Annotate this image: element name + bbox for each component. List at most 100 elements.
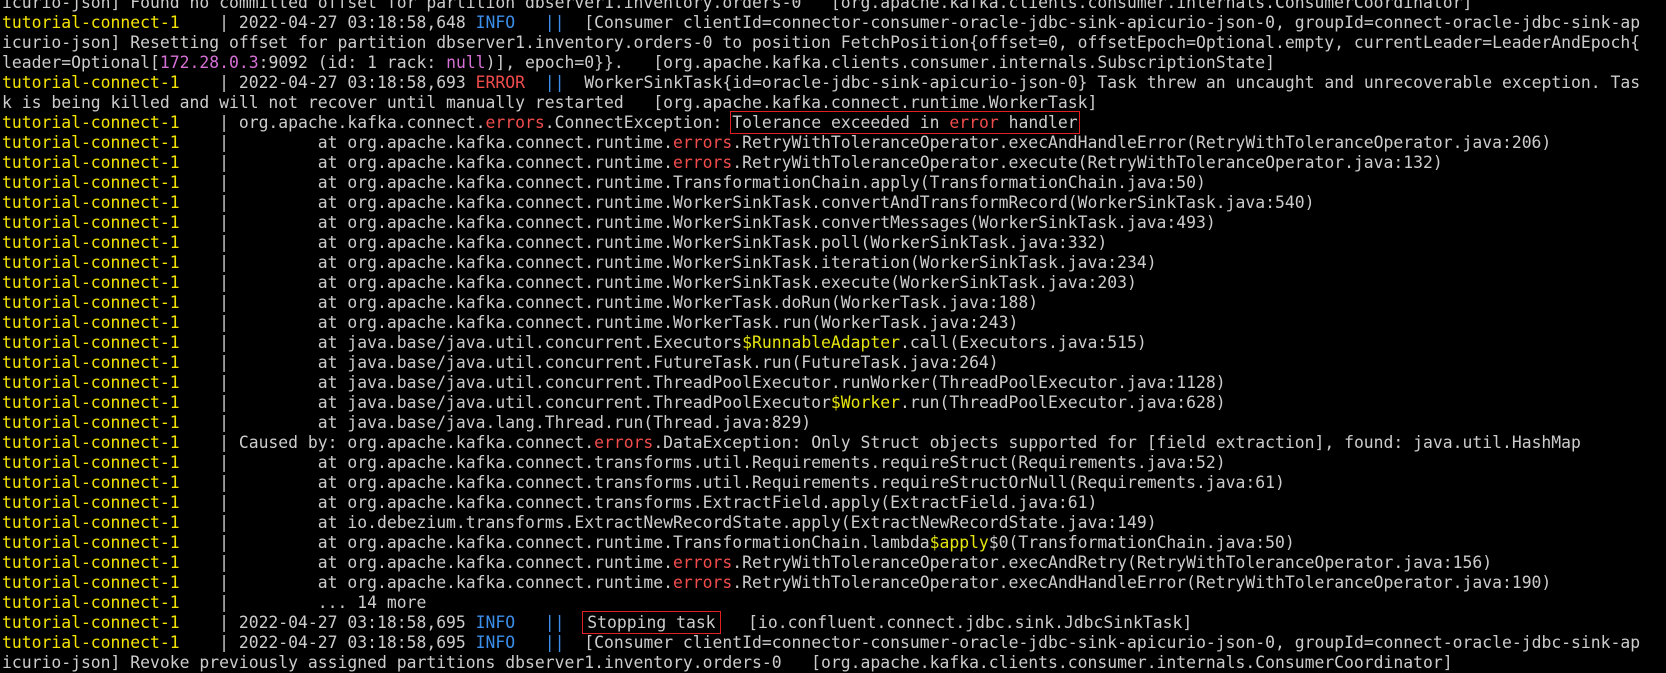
log-text: | at org.apache.kafka.connect.transforms… bbox=[179, 473, 1285, 492]
log-line: tutorial-connect-1 | at java.base/java.u… bbox=[2, 333, 1664, 353]
log-text: [Consumer clientId=connector-consumer-or… bbox=[564, 13, 1641, 32]
log-text: .RetryWithToleranceOperator.execAndHandl… bbox=[732, 133, 1552, 152]
log-text: .ConnectException: bbox=[544, 113, 733, 132]
log-line: tutorial-connect-1 | at org.apache.kafka… bbox=[2, 173, 1664, 193]
log-text: [io.confluent.connect.jdbc.sink.JdbcSink… bbox=[718, 613, 1193, 632]
log-text: | 2022-04-27 03:18:58,648 bbox=[179, 13, 476, 32]
log-text: Tolerance exceeded in bbox=[732, 113, 950, 132]
error-keyword: errors bbox=[673, 133, 733, 152]
log-line: icurio-json] Resetting offset for partit… bbox=[2, 33, 1664, 53]
log-line: leader=Optional[172.28.0.3:9092 (id: 1 r… bbox=[2, 53, 1664, 73]
container-name: tutorial-connect-1 bbox=[2, 533, 180, 552]
log-line: tutorial-connect-1 | at io.debezium.tran… bbox=[2, 513, 1664, 533]
log-line: tutorial-connect-1 | at java.base/java.u… bbox=[2, 353, 1664, 373]
log-text: | at java.base/java.util.concurrent.Futu… bbox=[179, 353, 999, 372]
container-name: tutorial-connect-1 bbox=[2, 273, 180, 292]
container-name: tutorial-connect-1 bbox=[2, 593, 180, 612]
container-name: tutorial-connect-1 bbox=[2, 113, 180, 132]
log-line: tutorial-connect-1 | at org.apache.kafka… bbox=[2, 233, 1664, 253]
error-keyword: errors bbox=[673, 153, 733, 172]
log-text: Stopping task bbox=[587, 613, 716, 632]
log-text: | at java.base/java.util.concurrent.Thre… bbox=[179, 393, 831, 412]
container-name: tutorial-connect-1 bbox=[2, 373, 180, 392]
log-line: tutorial-connect-1 | at org.apache.kafka… bbox=[2, 493, 1664, 513]
literal-value: null bbox=[446, 53, 486, 72]
container-name: tutorial-connect-1 bbox=[2, 573, 180, 592]
log-text: | at org.apache.kafka.connect.runtime. bbox=[179, 553, 674, 572]
log-line: tutorial-connect-1 | org.apache.kafka.co… bbox=[2, 111, 1664, 134]
log-text: | at org.apache.kafka.connect.runtime.Wo… bbox=[179, 313, 1019, 332]
log-text: | at java.base/java.util.concurrent.Exec… bbox=[179, 333, 743, 352]
container-name: tutorial-connect-1 bbox=[2, 473, 180, 492]
log-text: icurio-json] Found no committed offset f… bbox=[2, 0, 1473, 12]
error-keyword: errors bbox=[673, 573, 733, 592]
log-line: tutorial-connect-1 | at org.apache.kafka… bbox=[2, 313, 1664, 333]
terminal-output[interactable]: icurio-json] Found no committed offset f… bbox=[2, 0, 1664, 673]
container-name: tutorial-connect-1 bbox=[2, 313, 180, 332]
log-line: tutorial-connect-1 | 2022-04-27 03:18:58… bbox=[2, 633, 1664, 653]
log-line: tutorial-connect-1 | 2022-04-27 03:18:58… bbox=[2, 73, 1664, 93]
log-text: | at org.apache.kafka.connect.runtime.Wo… bbox=[179, 253, 1157, 272]
log-text: | at org.apache.kafka.connect.runtime. bbox=[179, 153, 674, 172]
log-text: | at org.apache.kafka.connect.runtime.Wo… bbox=[179, 233, 1108, 252]
log-line: tutorial-connect-1 | at org.apache.kafka… bbox=[2, 293, 1664, 313]
inner-class-name: $Worker bbox=[830, 393, 900, 412]
log-text: | at org.apache.kafka.connect.runtime.Tr… bbox=[179, 533, 930, 552]
log-line: icurio-json] Found no committed offset f… bbox=[2, 0, 1664, 13]
container-name: tutorial-connect-1 bbox=[2, 433, 180, 452]
container-name: tutorial-connect-1 bbox=[2, 233, 180, 252]
log-level-token: || bbox=[544, 633, 565, 652]
container-name: tutorial-connect-1 bbox=[2, 633, 180, 652]
container-name: tutorial-connect-1 bbox=[2, 493, 180, 512]
log-line: tutorial-connect-1 | at java.base/java.u… bbox=[2, 393, 1664, 413]
container-name: tutorial-connect-1 bbox=[2, 213, 180, 232]
container-name: tutorial-connect-1 bbox=[2, 13, 180, 32]
log-text: .call(Executors.java:515) bbox=[900, 333, 1147, 352]
container-name: tutorial-connect-1 bbox=[2, 173, 180, 192]
log-text: :9092 (id: 1 rack: bbox=[258, 53, 447, 72]
log-text: .run(ThreadPoolExecutor.java:628) bbox=[900, 393, 1226, 412]
log-text: .RetryWithToleranceOperator.execute(Retr… bbox=[732, 153, 1443, 172]
log-text: | org.apache.kafka.connect. bbox=[179, 113, 486, 132]
log-level-token: INFO bbox=[475, 13, 516, 32]
log-text: )], epoch=0}}. [org.apache.kafka.clients… bbox=[485, 53, 1276, 72]
log-text: | at java.base/java.lang.Thread.run(Thre… bbox=[179, 413, 812, 432]
log-line: icurio-json] Revoke previously assigned … bbox=[2, 653, 1664, 673]
log-level-token: INFO bbox=[475, 613, 516, 632]
log-line: tutorial-connect-1 | 2022-04-27 03:18:58… bbox=[2, 611, 1664, 634]
log-text: | 2022-04-27 03:18:58,695 bbox=[179, 613, 476, 632]
log-text: | ... 14 more bbox=[179, 593, 427, 612]
error-keyword: errors bbox=[673, 553, 733, 572]
log-text: icurio-json] Resetting offset for partit… bbox=[2, 33, 1641, 52]
log-text: | at org.apache.kafka.connect.runtime. bbox=[179, 573, 674, 592]
log-line: tutorial-connect-1 | at org.apache.kafka… bbox=[2, 573, 1664, 593]
log-line: tutorial-connect-1 | at org.apache.kafka… bbox=[2, 213, 1664, 233]
log-text: | at org.apache.kafka.connect.transforms… bbox=[179, 493, 1098, 512]
log-line: tutorial-connect-1 | 2022-04-27 03:18:58… bbox=[2, 13, 1664, 33]
log-line: tutorial-connect-1 | at org.apache.kafka… bbox=[2, 153, 1664, 173]
log-text: .RetryWithToleranceOperator.execAndHandl… bbox=[732, 573, 1552, 592]
log-level-token: || bbox=[544, 73, 565, 92]
log-text: | at org.apache.kafka.connect.runtime.Wo… bbox=[179, 293, 1039, 312]
log-line: tutorial-connect-1 | Caused by: org.apac… bbox=[2, 433, 1664, 453]
log-text: | at io.debezium.transforms.ExtractNewRe… bbox=[179, 513, 1157, 532]
log-line: tutorial-connect-1 | at org.apache.kafka… bbox=[2, 473, 1664, 493]
log-line: tutorial-connect-1 | ... 14 more bbox=[2, 593, 1664, 613]
log-line: tutorial-connect-1 | at org.apache.kafka… bbox=[2, 273, 1664, 293]
log-level-token: || bbox=[544, 613, 565, 632]
error-keyword: errors bbox=[485, 113, 545, 132]
log-text: | Caused by: org.apache.kafka.connect. bbox=[179, 433, 595, 452]
log-line: tutorial-connect-1 | at java.base/java.l… bbox=[2, 413, 1664, 433]
log-text: | at java.base/java.util.concurrent.Thre… bbox=[179, 373, 1226, 392]
container-name: tutorial-connect-1 bbox=[2, 253, 180, 272]
log-text: [Consumer clientId=connector-consumer-or… bbox=[564, 633, 1641, 652]
container-name: tutorial-connect-1 bbox=[2, 193, 180, 212]
container-name: tutorial-connect-1 bbox=[2, 333, 180, 352]
log-line: k is being killed and will not recover u… bbox=[2, 93, 1664, 113]
log-text: k is being killed and will not recover u… bbox=[2, 93, 1098, 112]
log-level-error: ERROR bbox=[475, 73, 526, 92]
container-name: tutorial-connect-1 bbox=[2, 133, 180, 152]
